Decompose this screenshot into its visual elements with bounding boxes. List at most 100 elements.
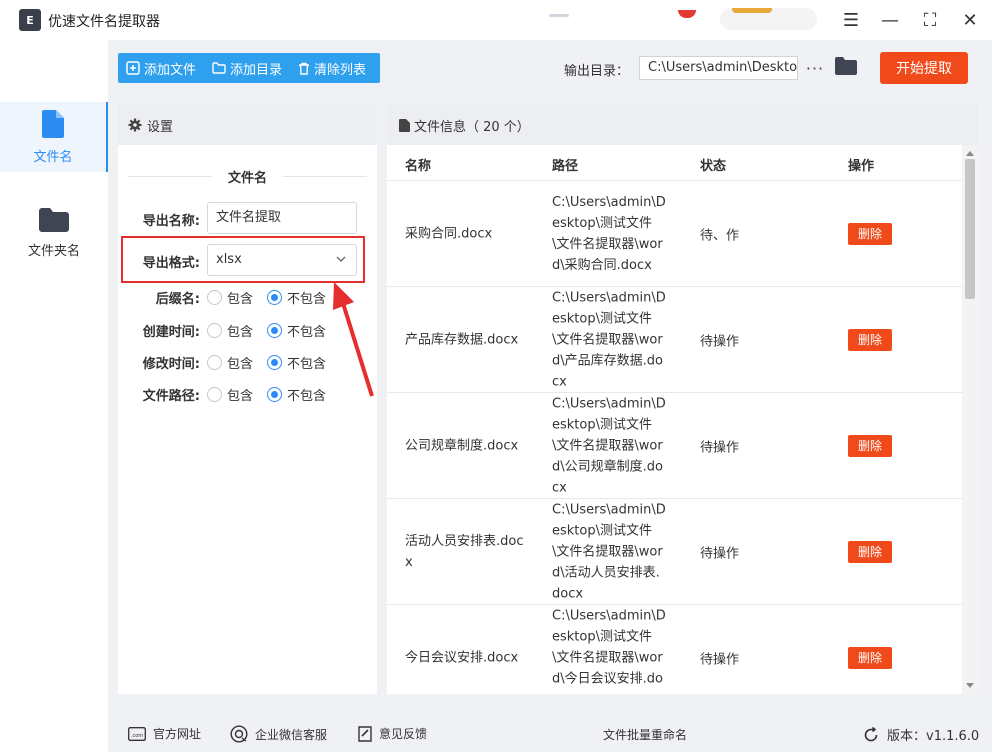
website-icon: .com	[128, 726, 146, 741]
exclude-label: 不包含	[287, 324, 327, 340]
table-header: 名称 路径 状态 操作	[387, 145, 962, 181]
exclude-radio[interactable]	[267, 354, 283, 370]
include-label: 包含	[227, 291, 254, 307]
website-label: 官方网址	[153, 727, 202, 741]
file-status-cell: 待操作	[700, 334, 740, 349]
toolbar-decoration	[549, 14, 569, 17]
settings-title: 设置	[147, 119, 174, 135]
feedback-icon	[358, 725, 372, 742]
file-path-cell: C:\Users\admin\Desktop\测试文件\文件名提取器\word\…	[552, 608, 666, 694]
table-row[interactable]: 活动人员安排表.docx C:\Users\admin\Desktop\测试文件…	[387, 499, 962, 605]
chat-icon	[230, 725, 248, 743]
exclude-radio[interactable]	[267, 386, 283, 402]
add-directory-button[interactable]: 添加目录	[196, 53, 282, 83]
file-path-cell: C:\Users\admin\Desktop\测试文件\文件名提取器\word\…	[552, 290, 666, 389]
delete-button[interactable]: 删除	[848, 222, 892, 245]
start-extract-button[interactable]: 开始提取	[880, 52, 968, 84]
delete-button[interactable]: 删除	[848, 646, 892, 669]
title-bar: E 优速文件名提取器 ☰ — ⛶ ✕	[0, 0, 992, 40]
left-nav: 文件名 文件夹名	[0, 40, 108, 752]
exclude-radio[interactable]	[267, 322, 283, 338]
file-info-header: 文件信息（ 20 个）	[387, 105, 978, 145]
delete-button[interactable]: 删除	[848, 540, 892, 563]
add-file-label: 添加文件	[144, 62, 197, 78]
feedback-label: 意见反馈	[379, 727, 428, 741]
table-row[interactable]: 采购合同.docx C:\Users\admin\Desktop\测试文件\文件…	[387, 181, 962, 287]
export-name-input[interactable]: 文件名提取	[207, 202, 357, 234]
file-status-cell: 待、作	[700, 228, 740, 243]
include-label: 包含	[227, 324, 254, 340]
include-radio[interactable]	[207, 386, 222, 402]
nav-label: 文件夹名	[27, 243, 80, 259]
file-status-cell: 待操作	[700, 440, 740, 455]
add-file-button[interactable]: 添加文件	[118, 53, 196, 83]
table-row[interactable]: 今日会议安排.docx C:\Users\admin\Desktop\测试文件\…	[387, 605, 962, 694]
close-button[interactable]: ✕	[958, 8, 982, 32]
file-name-cell: 采购合同.docx	[405, 226, 493, 241]
include-label: 包含	[227, 388, 254, 404]
more-options-button[interactable]: ···	[805, 57, 825, 79]
browse-folder-button[interactable]	[835, 57, 857, 79]
clear-list-label: 清除列表	[314, 62, 367, 78]
column-header-action: 操作	[848, 159, 875, 174]
suffix-radio-group: 包含 不包含	[207, 287, 340, 307]
website-link[interactable]: .com 官方网址	[128, 725, 201, 742]
close-icon: ✕	[962, 9, 978, 31]
include-radio[interactable]	[207, 354, 222, 370]
nav-item-filename[interactable]: 文件名	[0, 102, 108, 172]
exclude-radio[interactable]	[267, 289, 283, 305]
include-radio[interactable]	[207, 322, 222, 338]
maximize-button[interactable]: ⛶	[918, 8, 942, 32]
menu-button[interactable]: ☰	[839, 8, 863, 32]
wechat-support-link[interactable]: 企业微信客服	[230, 725, 327, 743]
column-header-name: 名称	[405, 159, 432, 174]
exclude-label: 不包含	[287, 291, 327, 307]
delete-button[interactable]: 删除	[848, 434, 892, 457]
scroll-up-icon[interactable]	[966, 151, 974, 156]
include-radio[interactable]	[207, 289, 222, 305]
trash-icon	[299, 62, 310, 75]
exclude-label: 不包含	[287, 356, 327, 372]
section-title: 文件名	[227, 171, 267, 186]
refresh-icon	[864, 726, 878, 741]
scrollbar-thumb[interactable]	[965, 159, 975, 299]
file-path-radio-group: 包含 不包含	[207, 384, 340, 404]
file-name-cell: 产品库存数据.docx	[405, 332, 519, 347]
file-info-panel: 文件信息（ 20 个） 名称 路径 状态 操作 采购合同.docx C:\Use…	[387, 105, 978, 694]
document-icon	[399, 118, 410, 132]
table-row[interactable]: 公司规章制度.docx C:\Users\admin\Desktop\测试文件\…	[387, 393, 962, 499]
maximize-icon: ⛶	[923, 9, 937, 31]
file-status-cell: 待操作	[700, 546, 740, 561]
option-label: 文件路径:	[142, 389, 200, 404]
file-path-cell: C:\Users\admin\Desktop\测试文件\文件名提取器\word\…	[552, 396, 666, 495]
table-row[interactable]: 产品库存数据.docx C:\Users\admin\Desktop\测试文件\…	[387, 287, 962, 393]
modify-time-radio-group: 包含 不包含	[207, 352, 340, 372]
version-label: 版本：v1.1.6.0	[887, 729, 980, 744]
folder-outline-icon	[212, 62, 226, 74]
scroll-down-icon[interactable]	[966, 683, 974, 688]
vertical-scrollbar[interactable]	[962, 145, 978, 694]
exclude-label: 不包含	[287, 388, 327, 404]
add-directory-label: 添加目录	[230, 62, 283, 78]
file-path-cell: C:\Users\admin\Desktop\测试文件\文件名提取器\word\…	[552, 194, 666, 273]
clear-list-button[interactable]: 清除列表	[282, 53, 366, 83]
nav-item-foldername[interactable]: 文件夹名	[0, 198, 108, 268]
delete-button[interactable]: 删除	[848, 328, 892, 351]
app-title: 优速文件名提取器	[48, 14, 160, 30]
add-file-icon	[126, 61, 140, 75]
menu-icon: ☰	[842, 9, 860, 31]
file-name-cell: 今日会议安排.docx	[405, 650, 519, 665]
feedback-link[interactable]: 意见反馈	[358, 725, 427, 742]
file-table-body: 采购合同.docx C:\Users\admin\Desktop\测试文件\文件…	[387, 181, 962, 694]
option-label: 后缀名:	[155, 292, 200, 307]
batch-rename-link[interactable]: 文件批量重命名	[603, 726, 687, 743]
minimize-button[interactable]: —	[878, 8, 902, 32]
notification-badge-icon[interactable]	[678, 10, 696, 18]
file-info-title: 文件信息（ 20 个）	[414, 119, 530, 135]
settings-header: 设置	[118, 105, 377, 145]
user-pill[interactable]	[720, 8, 817, 30]
version-info[interactable]: 版本：v1.1.6.0	[863, 725, 979, 744]
output-directory-input[interactable]: C:\Users\admin\Desktop	[639, 56, 798, 80]
highlight-box	[121, 236, 365, 283]
file-name-cell: 公司规章制度.docx	[405, 438, 519, 453]
